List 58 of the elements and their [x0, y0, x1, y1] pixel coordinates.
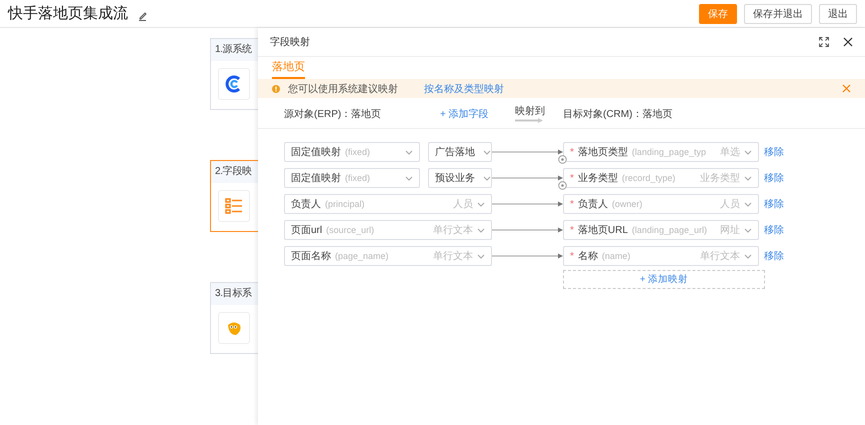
value-select[interactable]: 预设业务: [428, 168, 492, 188]
chevron-down-icon: [477, 202, 485, 206]
link-circle-icon[interactable]: [558, 155, 567, 164]
chevron-down-icon: [477, 254, 485, 258]
remove-link[interactable]: 移除: [764, 223, 784, 237]
connector-arrow: [492, 149, 563, 155]
source-field-select[interactable]: 页面名称 (page_name) 单行文本: [284, 246, 492, 266]
chevron-down-icon: [744, 176, 752, 180]
right-arrow-icon: [515, 118, 543, 123]
connector-arrow: [492, 227, 563, 233]
step-title: 2.字段映: [211, 161, 258, 183]
remove-link[interactable]: 移除: [764, 197, 784, 211]
edit-icon[interactable]: [138, 10, 147, 20]
connector-arrow: [492, 175, 563, 181]
chevron-down-icon: [483, 176, 491, 180]
map-to-label: 映射到: [515, 104, 545, 118]
target-field-select[interactable]: * 负责人 (owner) 人员: [563, 194, 759, 214]
header-button[interactable]: 退出: [819, 4, 857, 24]
drawer-title: 字段映射: [270, 36, 310, 49]
target-field-select[interactable]: * 落地页URL (landing_page_url) 网址: [563, 220, 759, 240]
link-circle-icon[interactable]: [558, 181, 567, 190]
warning-icon: [272, 84, 280, 92]
page-title: 快手落地页集成流: [8, 4, 128, 23]
target-field-select[interactable]: * 落地页类型 (landing_page_typ 单选: [563, 142, 759, 162]
chevron-down-icon: [744, 150, 752, 154]
chevron-down-icon: [483, 150, 491, 154]
alert-text: 您可以使用系统建议映射: [288, 82, 398, 96]
step-title: 1.源系统: [211, 39, 258, 61]
add-mapping-button[interactable]: + 添加映射: [563, 270, 765, 289]
remove-link[interactable]: 移除: [764, 171, 784, 185]
chevron-down-icon: [744, 202, 752, 206]
step-card[interactable]: 3.目标系: [210, 282, 258, 354]
connector-arrow: [492, 201, 563, 207]
add-field-button[interactable]: + 添加字段: [440, 106, 515, 120]
chevron-down-icon: [477, 228, 485, 232]
remove-link[interactable]: 移除: [764, 249, 784, 263]
mapping-type-select[interactable]: 固定值映射 (fixed): [284, 168, 420, 188]
step-title: 3.目标系: [211, 283, 258, 305]
chevron-down-icon: [405, 150, 413, 154]
mapping-type-select[interactable]: 固定值映射 (fixed): [284, 142, 420, 162]
source-object-label: 源对象(ERP)：落地页: [284, 108, 382, 120]
value-select[interactable]: 广告落地: [428, 142, 492, 162]
step-card[interactable]: 1.源系统: [210, 38, 258, 110]
chevron-down-icon: [405, 176, 413, 180]
source-field-select[interactable]: 负责人 (principal) 人员: [284, 194, 492, 214]
target-object-label: 目标对象(CRM)：落地页: [563, 108, 672, 120]
close-icon[interactable]: [843, 37, 853, 47]
connector-arrow: [492, 253, 563, 259]
target-field-select[interactable]: * 业务类型 (record_type) 业务类型: [563, 168, 759, 188]
list-icon: [225, 198, 243, 214]
chevron-down-icon: [744, 254, 752, 258]
header-button[interactable]: 保存并退出: [744, 4, 812, 24]
source-field-select[interactable]: 页面url (source_url) 单行文本: [284, 220, 492, 240]
chevron-down-icon: [744, 228, 752, 232]
fullscreen-icon[interactable]: [819, 37, 829, 47]
target-field-select[interactable]: * 名称 (name) 单行文本: [563, 246, 759, 266]
step-card[interactable]: 2.字段映: [210, 160, 258, 232]
remove-link[interactable]: 移除: [764, 145, 784, 159]
